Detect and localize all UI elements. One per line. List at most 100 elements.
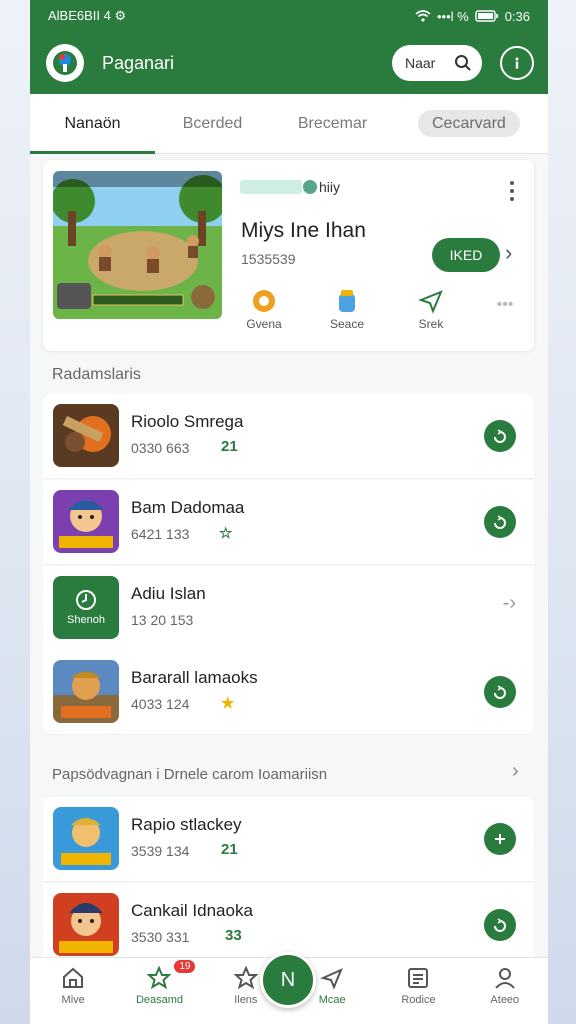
tab-3[interactable]: Cecarvard (418, 109, 520, 137)
search-button[interactable]: Naar (392, 45, 482, 81)
logo-icon (53, 51, 77, 75)
home-icon (63, 967, 84, 988)
refresh-button[interactable] (484, 420, 516, 452)
status-bar: AlBE6BII 4 ⚙ •••l % 0:36 (30, 0, 548, 32)
refresh-button[interactable] (484, 676, 516, 708)
app-thumbnail (53, 807, 119, 870)
tab-3-label: Cecarvard (418, 109, 520, 137)
refresh-button[interactable] (484, 909, 516, 941)
search-label: Naar (405, 55, 436, 71)
add-button[interactable] (484, 823, 516, 855)
app-thumbnail (53, 490, 119, 553)
list-item-badge: 21 (221, 438, 238, 455)
section-title-1: Radamslaris (52, 366, 141, 383)
list-item-subtitle: 0330 663 (131, 440, 190, 456)
action-srek[interactable]: Srek (401, 288, 461, 331)
list-item-title: Rioolo Smrega (131, 412, 244, 431)
info-icon (515, 57, 519, 69)
thumbnail-label: Shenoh (67, 614, 105, 626)
app-thumbnail (53, 660, 119, 723)
list-item-title: Bam Dadomaa (131, 498, 245, 517)
refresh-button[interactable] (484, 506, 516, 538)
action-gvena-label: Gvena (246, 317, 282, 331)
list-item-subtitle: 4033 124 (131, 696, 190, 712)
action-srek-label: Srek (418, 317, 444, 331)
featured-card[interactable]: hiiy Miys Ine Ihan 1535539 IKED › Gvena … (43, 160, 534, 351)
list-item[interactable]: Rapio stlackey 3539 134 21 (43, 797, 534, 882)
arrow-icon[interactable]: -› (503, 592, 516, 615)
list-item-badge: 21 (221, 841, 238, 858)
nav-featured[interactable]: 19 Deasamd (116, 958, 202, 1024)
list-item-title: Bararall lamaoks (131, 668, 258, 687)
fab-button[interactable]: N (260, 952, 316, 1008)
status-right: •••l % 0:36 (415, 9, 530, 24)
star-outline-icon (233, 966, 258, 990)
nav-badge: 19 (174, 960, 196, 973)
nav-ilens-label: Ilens (234, 994, 258, 1006)
list-item-subtitle: 3530 331 (131, 929, 190, 945)
nav-featured-label: Deasamd (135, 994, 184, 1006)
list-icon (408, 968, 429, 988)
action-seace-label: Seace (329, 317, 365, 331)
app-logo[interactable] (46, 44, 84, 82)
section-chevron-icon[interactable]: › (512, 760, 519, 783)
refresh-icon (494, 685, 506, 699)
tab-1[interactable]: Bcerded (155, 115, 270, 133)
tab-0[interactable]: Nanaön (30, 115, 155, 133)
verified-icon (303, 180, 317, 194)
more-horiz-icon[interactable]: ••• (475, 296, 535, 314)
list-item[interactable]: Bam Dadomaa 6421 133 ☆ (43, 480, 534, 565)
list-item[interactable]: Rioolo Smrega 0330 663 21 (43, 394, 534, 479)
plus-icon (495, 834, 505, 844)
nav-home[interactable]: Mive (30, 958, 116, 1024)
app-thumbnail (53, 404, 119, 467)
more-vert-icon[interactable] (509, 180, 515, 202)
list-item[interactable]: Bararall lamaoks 4033 124 ★ (43, 650, 534, 735)
person-icon (495, 968, 515, 989)
featured-subtitle: 1535539 (241, 251, 296, 267)
install-button[interactable]: IKED (432, 238, 500, 272)
nav-rodice-label: Rodice (401, 994, 436, 1006)
tab-2[interactable]: Brecemar (275, 115, 390, 133)
app-thumbnail (53, 893, 119, 956)
shield-icon (253, 290, 275, 312)
nav-profile[interactable]: Ateeo (462, 958, 548, 1024)
nav-rodice[interactable]: Rodice (375, 958, 461, 1024)
featured-title: Miys Ine Ihan (241, 219, 366, 242)
status-left: AlBE6BII 4 ⚙ (48, 8, 127, 23)
action-gvena[interactable]: Gvena (234, 288, 294, 331)
battery-icon (474, 10, 498, 22)
info-button[interactable] (500, 46, 534, 80)
list-item-title: Rapio stlackey (131, 815, 242, 834)
list-item-badge: 33 (225, 927, 242, 944)
active-tab-indicator (30, 151, 155, 154)
action-seace[interactable]: Seace (317, 288, 377, 331)
send-icon (418, 290, 443, 314)
list-item-title: Cankail Idnaoka (131, 901, 253, 920)
list-item-subtitle: 3539 134 (131, 843, 190, 859)
list-item-subtitle: 13 20 153 (131, 612, 194, 628)
send-icon (320, 968, 344, 990)
jar-icon (339, 290, 355, 312)
featured-tag: hiiy (319, 179, 341, 195)
refresh-icon (494, 429, 506, 443)
list-item[interactable]: Shenoh Adiu Islan 13 20 153 -› (43, 566, 534, 651)
refresh-icon (494, 918, 506, 932)
nav-profile-label: Ateeo (490, 994, 520, 1006)
list-item-title: Adiu Islan (131, 584, 206, 603)
chevron-right-icon[interactable]: › (505, 240, 512, 266)
search-icon (455, 55, 471, 71)
nav-home-label: Mive (61, 994, 85, 1006)
app-title: Paganari (102, 52, 175, 73)
star-icon: ★ (221, 695, 235, 712)
signal-text: •••l % (436, 8, 469, 24)
list-item-subtitle: 6421 133 (131, 526, 190, 542)
section-title-2: Papsödvagnan i Drnele carom Ioamariisn (52, 766, 328, 783)
app-bar: Paganari Naar (30, 32, 548, 94)
refresh-icon (494, 515, 506, 529)
nav-mcae-label: Mcae (318, 994, 346, 1006)
star-icon (147, 966, 172, 990)
featured-image (53, 171, 222, 319)
app-thumbnail: Shenoh (53, 576, 119, 639)
star-outline-icon: ☆ (219, 525, 233, 542)
